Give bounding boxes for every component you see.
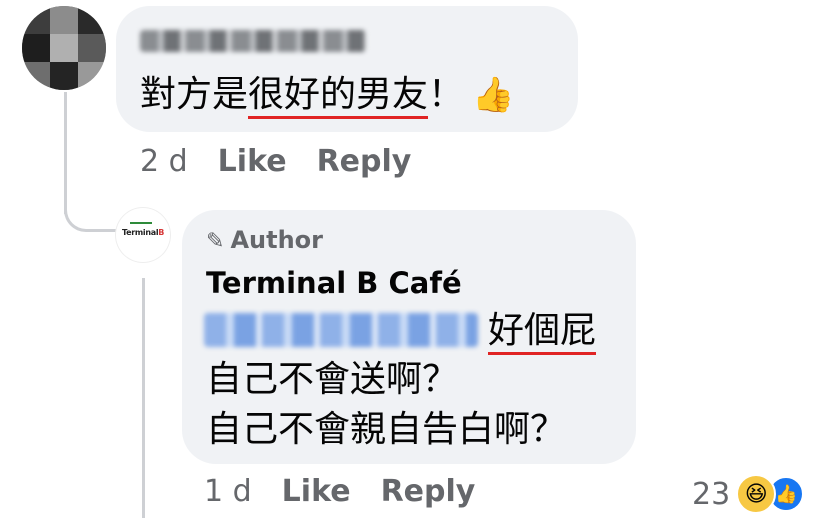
like-button[interactable]: Like <box>218 144 287 179</box>
thread-connector-curve <box>64 196 116 232</box>
comment-text: 對方是很好的男友！ 👍 <box>140 73 515 119</box>
reply-like-button[interactable]: Like <box>282 474 351 509</box>
reply-line-2: 自己不會送啊？ <box>206 359 459 400</box>
reply-line-3: 自己不會親自告白啊？ <box>206 409 567 450</box>
reply-thread-line <box>142 278 145 518</box>
reply-meta: 1 d Like Reply <box>204 474 475 509</box>
author-badge-label: Author <box>230 226 323 254</box>
comment-meta: 2 d Like Reply <box>140 144 411 179</box>
author-badge: ✎ Author <box>206 226 323 254</box>
comment-text-part2: ！ <box>428 74 465 115</box>
reaction-count[interactable]: 23 <box>692 477 730 512</box>
reply-age[interactable]: 1 d <box>204 474 252 509</box>
commenter-name-blurred[interactable] <box>140 30 366 52</box>
page-name[interactable]: Terminal B Café <box>206 266 462 300</box>
page-avatar[interactable]: TerminalB <box>116 208 170 262</box>
commenter-avatar[interactable] <box>22 6 106 90</box>
comment-age[interactable]: 2 d <box>140 144 188 179</box>
reply-highlight: 好個屁 <box>488 310 597 355</box>
reply-reply-button[interactable]: Reply <box>381 474 476 509</box>
logo-icon: TerminalB <box>122 228 165 237</box>
reaction-summary[interactable]: 23 😆 👍 <box>692 474 805 514</box>
mentioned-name-blurred[interactable] <box>204 313 478 347</box>
haha-icon: 😆 <box>736 474 777 514</box>
comment-text-part1: 對方是 <box>140 74 249 115</box>
thumbs-up-icon: 👍 <box>472 75 515 115</box>
comment-text-highlight: 很好的男友 <box>248 74 429 119</box>
pencil-icon: ✎ <box>206 229 225 254</box>
logo-decoration <box>130 222 152 224</box>
reply-highlight-text: 好個屁 <box>488 309 597 355</box>
reply-button[interactable]: Reply <box>317 144 412 179</box>
